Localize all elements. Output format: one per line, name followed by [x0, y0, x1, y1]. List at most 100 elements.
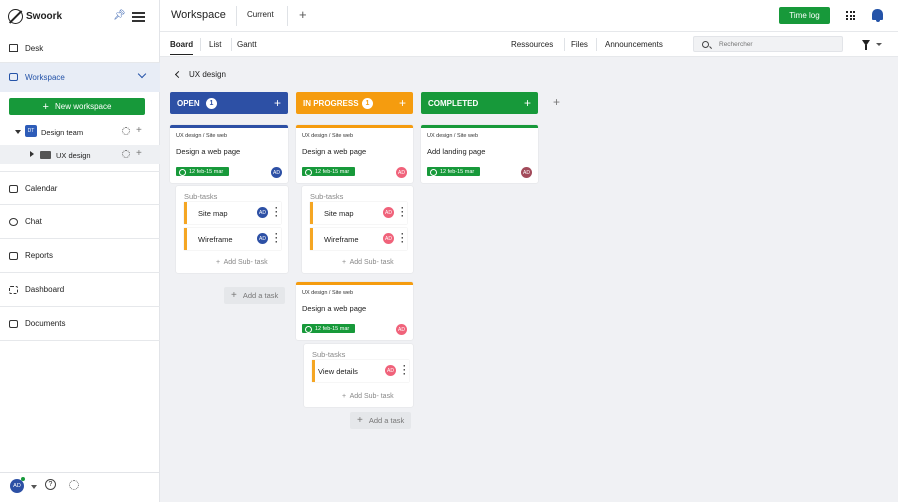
document-icon: [9, 320, 18, 328]
dashboard-icon: [9, 286, 18, 294]
bell-icon[interactable]: [872, 9, 883, 22]
caret-down-icon[interactable]: [31, 485, 37, 489]
assignee-avatar[interactable]: AD: [383, 207, 394, 218]
subtask-panel: Sub-tasks View details AD · · · + Add Sub-…: [304, 344, 413, 407]
sidebar-item-label: Workspace: [25, 73, 65, 82]
column-header-completed[interactable]: COMPLETED +: [421, 92, 538, 114]
subtask-item[interactable]: View details AD · · ·: [312, 360, 409, 382]
assignee-avatar[interactable]: AD: [396, 324, 407, 335]
hamburger-menu-icon[interactable]: [132, 12, 145, 25]
user-avatar[interactable]: AD: [10, 479, 24, 493]
pin-icon[interactable]: 📌︎: [113, 10, 126, 21]
subtask-item[interactable]: Wireframe AD · · ·: [184, 228, 281, 250]
apps-grid-icon[interactable]: [846, 11, 855, 20]
board: UX design OPEN 1 + IN PROGRESS 1 + COMPL…: [160, 57, 898, 502]
view-tabbar: Board List Gantt Ressources Files Announ…: [160, 32, 898, 57]
assignee-avatar[interactable]: AD: [271, 167, 282, 178]
calendar-icon: [9, 185, 18, 193]
column-header-open[interactable]: OPEN 1 +: [170, 92, 288, 114]
tab-list[interactable]: List: [209, 40, 221, 49]
add-subtask-link[interactable]: + Add Sub- task: [216, 259, 268, 266]
tree-item-label: UX design: [56, 151, 91, 160]
sidebar-item-workspace[interactable]: Workspace: [0, 63, 160, 92]
task-card[interactable]: UX design / Site web Design a web page 1…: [296, 125, 413, 183]
settings-gear-icon[interactable]: [69, 480, 79, 490]
subtask-item[interactable]: Wireframe AD · · ·: [310, 228, 407, 250]
add-tab-icon[interactable]: +: [299, 7, 307, 22]
tree-item-ux-design[interactable]: UX design +: [0, 145, 160, 164]
sidebar-item-label: Desk: [25, 43, 44, 53]
more-vertical-icon[interactable]: · · ·: [401, 204, 404, 221]
team-badge: DT: [25, 125, 37, 137]
chevron-down-icon[interactable]: [137, 69, 147, 79]
sidebar-item-documents[interactable]: Documents: [0, 307, 160, 341]
date-badge: 12 feb-15 mar: [302, 324, 356, 333]
assignee-avatar[interactable]: AD: [383, 233, 394, 244]
subtask-item[interactable]: Site map AD · · ·: [310, 202, 407, 224]
count-badge: 1: [362, 97, 373, 109]
chevron-down-icon[interactable]: [876, 43, 882, 46]
tab-current[interactable]: Current: [247, 10, 274, 19]
sidebar-item-calendar[interactable]: Calendar: [0, 171, 160, 205]
add-task-button[interactable]: + Add a task: [350, 412, 412, 429]
sidebar-footer: AD ?: [0, 472, 160, 502]
brand-name: Swoork: [26, 11, 63, 22]
caret-right-icon[interactable]: [30, 151, 34, 157]
task-card[interactable]: UX design / Site web Design a web page 1…: [170, 125, 288, 183]
plus-icon: +: [357, 415, 363, 426]
add-card-icon[interactable]: +: [274, 96, 281, 110]
assignee-avatar[interactable]: AD: [257, 233, 268, 244]
sidebar-item-desk[interactable]: Desk: [0, 34, 160, 63]
time-log-button[interactable]: Time log: [779, 7, 830, 24]
add-card-icon[interactable]: +: [399, 96, 406, 110]
filter-icon[interactable]: [862, 40, 870, 50]
plus-icon[interactable]: +: [136, 125, 142, 136]
gear-icon[interactable]: [122, 150, 130, 158]
subtask-panel: Sub-tasks Site map AD · · · Wireframe AD ·…: [176, 186, 288, 273]
add-subtask-link[interactable]: + Add Sub- task: [342, 393, 394, 400]
search-icon: [702, 40, 709, 48]
more-vertical-icon[interactable]: · · ·: [275, 204, 278, 221]
brand-logo[interactable]: Swoork: [8, 9, 62, 24]
assignee-avatar[interactable]: AD: [396, 167, 407, 178]
task-card[interactable]: UX design / Site web Add landing page 12…: [421, 125, 538, 183]
more-vertical-icon[interactable]: · · ·: [275, 230, 278, 247]
breadcrumb[interactable]: UX design: [174, 70, 226, 79]
tab-gantt[interactable]: Gantt: [237, 40, 257, 49]
swoork-logo-icon: [8, 9, 23, 24]
tree-item-label: Design team: [41, 128, 84, 137]
assignee-avatar[interactable]: AD: [257, 207, 268, 218]
chat-icon: [9, 218, 18, 226]
search-box[interactable]: [693, 36, 843, 52]
sidebar-item-reports[interactable]: Reports: [0, 239, 160, 273]
subtask-item[interactable]: Site map AD · · ·: [184, 202, 281, 224]
add-task-button[interactable]: + Add a task: [224, 287, 286, 304]
date-badge: 12 feb-15 mar: [427, 167, 481, 176]
assignee-avatar[interactable]: AD: [385, 365, 396, 376]
tab-announcements[interactable]: Announcements: [605, 40, 663, 49]
assignee-avatar[interactable]: AD: [521, 167, 532, 178]
add-column-icon[interactable]: +: [553, 95, 560, 109]
add-card-icon[interactable]: +: [524, 96, 531, 110]
sidebar-item-chat[interactable]: Chat: [0, 205, 160, 239]
gear-icon[interactable]: [122, 127, 130, 135]
add-subtask-link[interactable]: + Add Sub- task: [342, 259, 394, 266]
column-header-in-progress[interactable]: IN PROGRESS 1 +: [296, 92, 413, 114]
caret-down-icon[interactable]: [15, 130, 21, 134]
tab-board[interactable]: Board: [170, 40, 194, 55]
tab-ressources[interactable]: Ressources: [511, 40, 553, 49]
new-workspace-button[interactable]: + New workspace: [9, 98, 145, 115]
plus-icon[interactable]: +: [136, 148, 142, 159]
date-badge: 12 feb-15 mar: [302, 167, 356, 176]
help-icon[interactable]: ?: [45, 479, 56, 490]
more-vertical-icon[interactable]: · · ·: [401, 230, 404, 247]
search-input[interactable]: [719, 39, 834, 49]
tree-item-design-team[interactable]: DT Design team +: [0, 122, 160, 141]
sidebar-item-dashboard[interactable]: Dashboard: [0, 273, 160, 307]
more-vertical-icon[interactable]: · · ·: [403, 362, 406, 379]
plus-icon: +: [231, 290, 237, 301]
topbar: Workspace Current + Time log: [160, 0, 898, 32]
back-arrow-icon[interactable]: [174, 70, 183, 79]
task-card[interactable]: UX design / Site web Design a web page 1…: [296, 282, 413, 340]
tab-files[interactable]: Files: [571, 40, 588, 49]
